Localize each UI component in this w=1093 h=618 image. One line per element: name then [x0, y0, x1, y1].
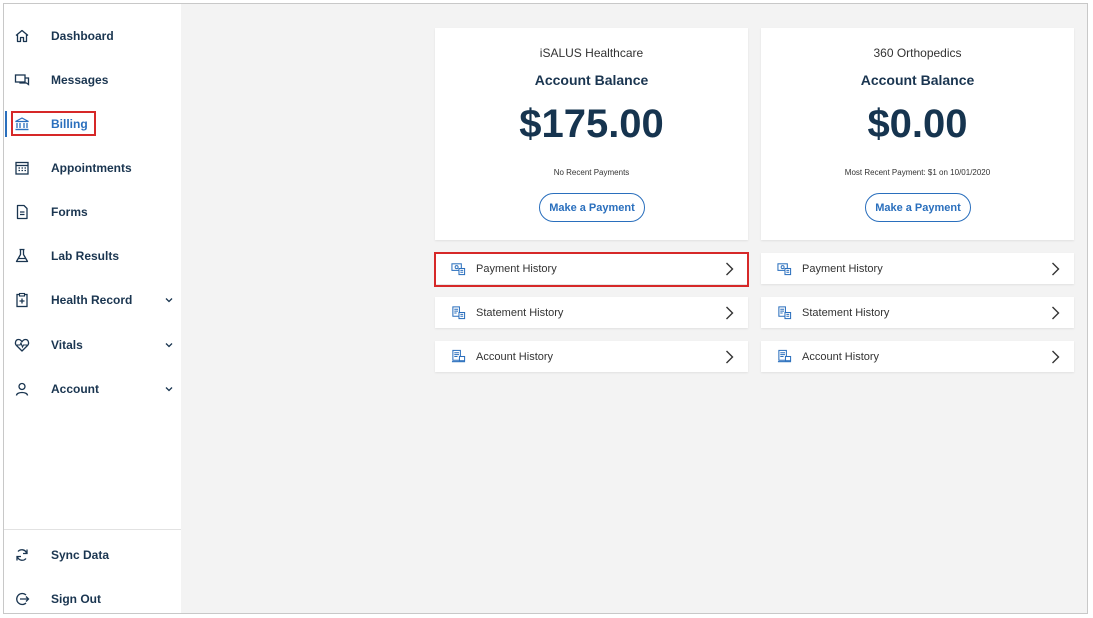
payment-history-row[interactable]: Payment History — [761, 253, 1074, 284]
sidebar-item-health-record[interactable]: Health Record — [4, 283, 181, 317]
chevron-down-icon[interactable] — [164, 295, 174, 305]
flask-icon — [13, 247, 31, 265]
row-label: Payment History — [476, 262, 557, 275]
provider-name: iSALUS Healthcare — [539, 46, 644, 60]
make-payment-button[interactable]: Make a Payment — [865, 193, 971, 222]
row-label: Account History — [476, 350, 554, 363]
account-card-360-orthopedics: 360 Orthopedics Account Balance $0.00 Mo… — [761, 28, 1074, 240]
chevron-right-icon — [724, 262, 734, 276]
heart-pulse-icon — [13, 336, 31, 354]
chevron-right-icon — [1050, 306, 1060, 320]
balance-amount: $0.00 — [867, 102, 968, 146]
sidebar-item-label: Forms — [51, 205, 88, 219]
balance-amount: $175.00 — [519, 102, 664, 146]
sidebar-item-label: Account — [51, 382, 99, 396]
row-label: Statement History — [476, 306, 564, 319]
sidebar-item-sign-out[interactable]: Sign Out — [4, 582, 181, 613]
statement-history-row[interactable]: Statement History — [435, 297, 748, 328]
payment-history-icon — [776, 261, 792, 277]
sidebar-item-forms[interactable]: Forms — [4, 195, 181, 229]
statement-history-icon — [450, 305, 466, 321]
sidebar-item-label: Lab Results — [51, 249, 120, 263]
sidebar-item-label: Messages — [51, 73, 109, 87]
payment-note: Most Recent Payment: $1 on 10/01/2020 — [844, 168, 991, 177]
sidebar-item-label: Billing — [51, 117, 88, 131]
calendar-icon — [13, 159, 31, 177]
chevron-down-icon[interactable] — [164, 340, 174, 350]
account-history-row[interactable]: Account History — [435, 341, 748, 372]
user-icon — [13, 380, 31, 398]
payment-history-icon — [450, 261, 466, 277]
card-title: Account Balance — [534, 72, 649, 88]
sidebar-item-label: Sign Out — [51, 592, 101, 606]
sidebar-item-account[interactable]: Account — [4, 372, 181, 406]
account-history-row[interactable]: Account History — [761, 341, 1074, 372]
sidebar-item-label: Sync Data — [51, 548, 110, 562]
sidebar-item-sync-data[interactable]: Sync Data — [4, 538, 181, 572]
sign-out-icon — [13, 590, 31, 608]
chevron-right-icon — [1050, 262, 1060, 276]
sidebar-item-label: Vitals — [51, 338, 83, 352]
clipboard-icon — [13, 291, 31, 309]
home-icon — [13, 27, 31, 45]
document-icon — [13, 203, 31, 221]
card-title: Account Balance — [860, 72, 975, 88]
sidebar-item-messages[interactable]: Messages — [4, 63, 181, 97]
chat-icon — [13, 71, 31, 89]
payment-note: No Recent Payments — [553, 168, 630, 177]
row-label: Payment History — [802, 262, 883, 275]
account-history-icon — [776, 349, 792, 365]
sync-icon — [13, 546, 31, 564]
account-card-isalus: iSALUS Healthcare Account Balance $175.0… — [435, 28, 748, 240]
bank-icon — [13, 115, 31, 133]
sidebar-item-label: Dashboard — [51, 29, 114, 43]
sidebar-item-billing[interactable]: Billing — [4, 107, 181, 141]
chevron-right-icon — [724, 350, 734, 364]
sidebar-item-appointments[interactable]: Appointments — [4, 151, 181, 185]
statement-history-icon — [776, 305, 792, 321]
sidebar-item-dashboard[interactable]: Dashboard — [4, 19, 181, 53]
sidebar-item-label: Appointments — [51, 161, 132, 175]
sidebar-item-label: Health Record — [51, 293, 133, 307]
sidebar-item-lab-results[interactable]: Lab Results — [4, 239, 181, 273]
make-payment-button[interactable]: Make a Payment — [539, 193, 645, 222]
chevron-right-icon — [1050, 350, 1060, 364]
sidebar: Dashboard Messages Billing Appointments — [4, 4, 181, 613]
row-label: Statement History — [802, 306, 890, 319]
app-window: Dashboard Messages Billing Appointments — [3, 3, 1088, 614]
provider-name: 360 Orthopedics — [873, 46, 962, 60]
chevron-down-icon[interactable] — [164, 384, 174, 394]
account-history-icon — [450, 349, 466, 365]
chevron-right-icon — [724, 306, 734, 320]
sidebar-divider — [4, 529, 181, 530]
statement-history-row[interactable]: Statement History — [761, 297, 1074, 328]
row-label: Account History — [802, 350, 880, 363]
payment-history-row[interactable]: Payment History — [435, 253, 748, 284]
sidebar-item-vitals[interactable]: Vitals — [4, 328, 181, 362]
